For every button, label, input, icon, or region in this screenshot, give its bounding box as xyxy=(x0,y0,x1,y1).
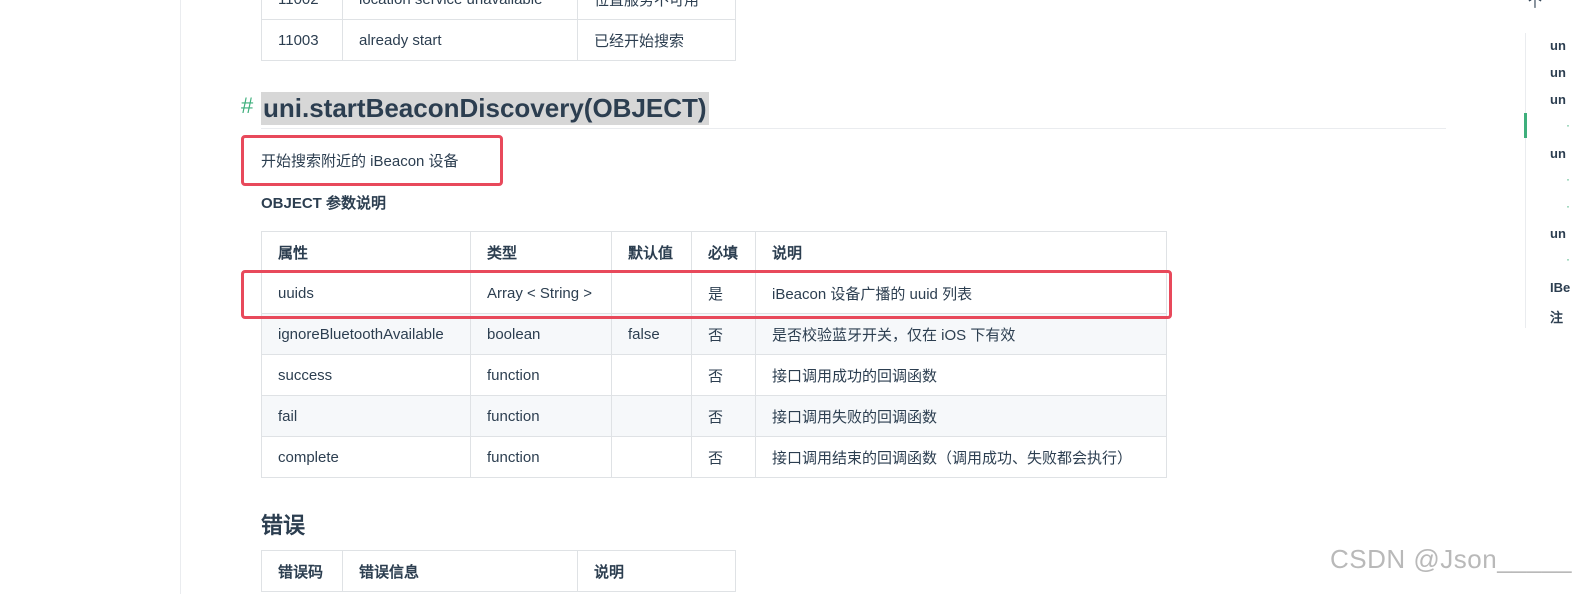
param-required: 否 xyxy=(691,395,756,437)
toc-link[interactable]: 注 xyxy=(1550,307,1563,326)
column-header: 说明 xyxy=(755,231,1167,273)
toc-sublink[interactable]: · xyxy=(1566,199,1570,213)
param-default xyxy=(611,395,692,437)
param-type: function xyxy=(470,354,612,396)
param-desc: 是否校验蓝牙开关，仅在 iOS 下有效 xyxy=(755,313,1167,355)
toc-link[interactable]: un xyxy=(1550,65,1566,80)
header-anchor-link[interactable]: # xyxy=(241,93,253,119)
error-codes-table-prev: 11002 location service unavailable 位置服务不… xyxy=(261,0,736,61)
column-header: 说明 xyxy=(577,550,736,592)
highlight-box-description xyxy=(241,135,503,186)
toc-link[interactable]: un xyxy=(1550,226,1566,241)
table-row: 11003 already start 已经开始搜索 xyxy=(261,19,736,61)
toc-sublink[interactable]: · xyxy=(1566,252,1570,266)
table-cell: 已经开始搜索 xyxy=(577,19,736,61)
table-cell: 位置服务不可用 xyxy=(577,0,736,20)
table-row: success function 否 接口调用成功的回调函数 xyxy=(261,354,1167,396)
param-default: false xyxy=(611,313,692,355)
param-default xyxy=(611,354,692,396)
param-name: ignoreBluetoothAvailable xyxy=(261,313,471,355)
toc-sublink[interactable]: · xyxy=(1566,118,1570,132)
toc-sublink[interactable]: · xyxy=(1566,172,1570,186)
table-header-row: 错误码 错误信息 说明 xyxy=(261,550,736,592)
column-header: 错误码 xyxy=(261,550,343,592)
params-table: 属性 类型 默认值 必填 说明 uuids Array < String > 是… xyxy=(261,231,1167,478)
highlight-box-uuids-row xyxy=(241,270,1172,319)
param-name: success xyxy=(261,354,471,396)
errors-heading: 错误 xyxy=(261,513,306,538)
param-desc: 接口调用失败的回调函数 xyxy=(755,395,1167,437)
table-cell: location service unavailable xyxy=(342,0,578,20)
table-header-row: 属性 类型 默认值 必填 说明 xyxy=(261,231,1167,273)
toc-link[interactable]: un xyxy=(1550,92,1566,107)
toc-link[interactable]: IBe xyxy=(1550,280,1570,295)
params-subtitle: OBJECT 参数说明 xyxy=(261,195,387,212)
column-header: 必填 xyxy=(691,231,756,273)
table-cell: already start xyxy=(342,19,578,61)
param-name: fail xyxy=(261,395,471,437)
column-header: 类型 xyxy=(470,231,612,273)
param-type: function xyxy=(470,436,612,478)
table-cell: 11002 xyxy=(261,0,343,20)
column-header: 属性 xyxy=(261,231,471,273)
param-required: 否 xyxy=(691,354,756,396)
errors-table: 错误码 错误信息 说明 xyxy=(261,550,736,592)
param-name: complete xyxy=(261,436,471,478)
toc-header: 个 xyxy=(1528,0,1542,10)
sidebar-divider xyxy=(180,0,181,594)
param-desc: 接口调用结束的回调函数（调用成功、失败都会执行） xyxy=(755,436,1167,478)
toc-link[interactable]: un xyxy=(1550,38,1566,53)
param-type: boolean xyxy=(470,313,612,355)
param-default xyxy=(611,436,692,478)
column-header: 错误信息 xyxy=(342,550,578,592)
table-row: 11002 location service unavailable 位置服务不… xyxy=(261,0,736,20)
toc-rail xyxy=(1525,33,1526,328)
param-required: 否 xyxy=(691,436,756,478)
toc-link[interactable]: un xyxy=(1550,146,1566,161)
heading-underline xyxy=(261,128,1446,129)
toc-active-marker xyxy=(1524,113,1527,138)
table-cell: 11003 xyxy=(261,19,343,61)
param-desc: 接口调用成功的回调函数 xyxy=(755,354,1167,396)
csdn-watermark: CSDN @Json_____ xyxy=(1330,544,1573,574)
table-row: fail function 否 接口调用失败的回调函数 xyxy=(261,395,1167,437)
param-type: function xyxy=(470,395,612,437)
section-title: uni.startBeaconDiscovery(OBJECT) xyxy=(261,92,709,125)
param-required: 否 xyxy=(691,313,756,355)
column-header: 默认值 xyxy=(611,231,692,273)
table-row: ignoreBluetoothAvailable boolean false 否… xyxy=(261,313,1167,355)
table-row: complete function 否 接口调用结束的回调函数（调用成功、失败都… xyxy=(261,436,1167,478)
